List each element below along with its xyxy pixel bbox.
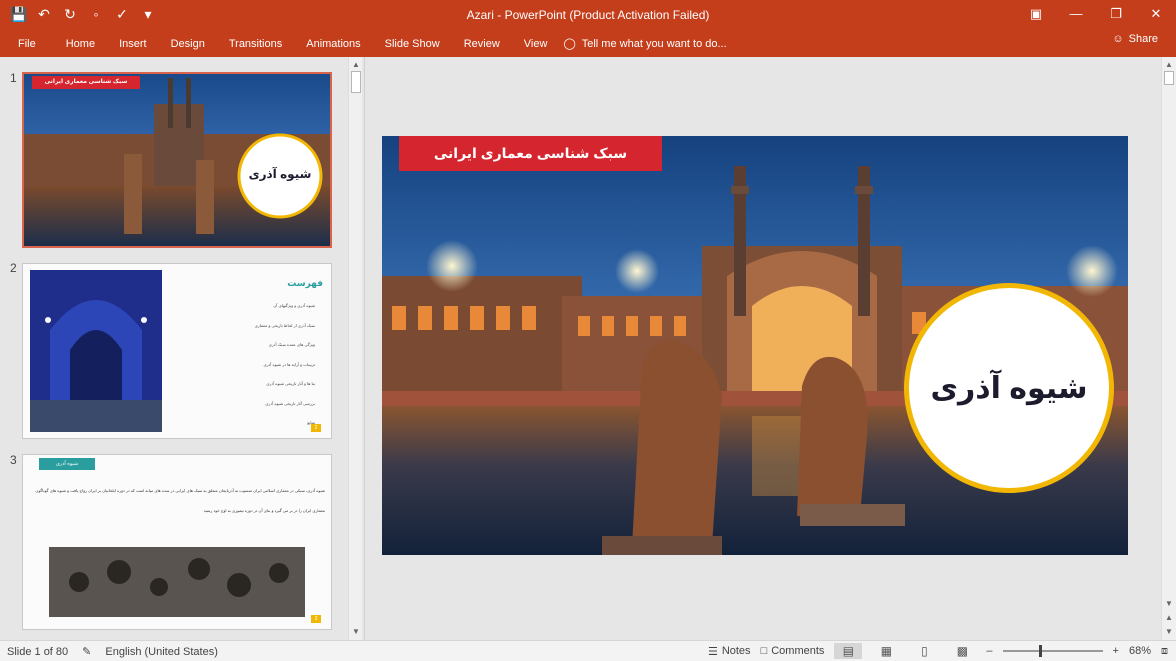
status-left: Slide 1 of 80 ✎ English (United States) — [7, 645, 218, 659]
scroll-down-icon[interactable]: ▼ — [350, 626, 362, 638]
notes-icon: ☰ — [707, 645, 718, 658]
list-item: ویژگی های عمده سبک آذری — [268, 342, 315, 347]
spelling-status-icon[interactable]: ✎ — [82, 645, 91, 658]
share-label: Share — [1128, 33, 1158, 45]
title-bar: 💾 ↶ ↻ ◦ ✓ ▾ Azari - PowerPoint (Product … — [0, 0, 1176, 30]
tab-insert[interactable]: Insert — [107, 34, 159, 54]
thumbnail-3-page: 3 — [311, 615, 321, 623]
thumbnails-scrollbar[interactable]: ▲ ▼ — [348, 57, 362, 640]
slide-title-circle[interactable]: شیوه آذری — [904, 283, 1114, 493]
thumbnail-number: 1 — [10, 71, 17, 85]
tell-me-text: Tell me what you want to do... — [581, 37, 727, 50]
zoom-level[interactable]: 68% — [1129, 645, 1151, 657]
window-title: Azari - PowerPoint (Product Activation F… — [466, 8, 710, 22]
language-indicator[interactable]: English (United States) — [105, 646, 218, 658]
tab-file[interactable]: File — [0, 34, 54, 54]
slide-counter: Slide 1 of 80 — [7, 645, 69, 658]
thumbnail-2-list: شیوه آذری و ویژگیهای آن سبک آذری از لحاظ… — [195, 296, 315, 433]
tab-slide-show[interactable]: Slide Show — [373, 34, 452, 54]
previous-slide-icon[interactable]: ▲ — [1163, 612, 1175, 624]
comments-label: Comments — [771, 645, 825, 657]
reading-view-icon[interactable]: ▯ — [910, 643, 938, 659]
normal-view-icon[interactable]: ▤ — [834, 643, 863, 659]
scroll-down-icon[interactable]: ▼ — [1163, 598, 1175, 610]
thumbnail-2-image — [30, 270, 162, 432]
next-slide-icon[interactable]: ▼ — [1163, 626, 1175, 638]
thumbnail-2-heading: فهرست — [287, 278, 323, 288]
thumbnail-1-circle-text: شیوه آذری — [248, 167, 312, 181]
slide-thumbnails-pane: 1 سبک شناسی معماری ایرانی شیوه آذری 2 فه… — [0, 57, 347, 640]
notes-label: Notes — [721, 645, 751, 657]
fit-slide-icon[interactable]: ⧈ — [1161, 645, 1168, 658]
status-right: ☰ Notes □ Comments ▤ ▦ ▯ ▩ – + 68% ⧈ — [708, 643, 1168, 659]
tab-transitions[interactable]: Transitions — [217, 34, 294, 54]
slide-editor: سبک شناسی معماری ایرانی شیوه آذری — [365, 57, 1161, 640]
comments-button[interactable]: □ Comments — [761, 645, 825, 657]
list-item: بررسی آثار تاریخی شیوه آذری — [265, 400, 315, 406]
person-icon: ☺ — [1112, 33, 1124, 45]
scroll-up-icon[interactable]: ▲ — [1163, 59, 1175, 71]
scrollbar-thumb[interactable] — [1164, 71, 1174, 85]
tell-me-box[interactable]: ◯ Tell me what you want to do... — [563, 37, 727, 51]
thumbnail-slide-1[interactable]: سبک شناسی معماری ایرانی شیوه آذری — [22, 72, 332, 248]
thumbnail-1-image — [24, 74, 330, 246]
scrollbar-thumb[interactable] — [351, 71, 361, 93]
slide-sorter-icon[interactable]: ▦ — [872, 643, 900, 659]
slide-circle-text: شیوه آذری — [930, 371, 1088, 405]
thumbnail-number: 2 — [10, 261, 17, 275]
thumbnail-slide-2[interactable]: فهرست شیوه آذری و ویژگیهای آن سبک آذری ا… — [22, 263, 332, 439]
zoom-out-icon[interactable]: – — [986, 645, 992, 657]
comment-icon: □ — [760, 645, 768, 657]
thumbnail-1-banner: سبک شناسی معماری ایرانی — [44, 79, 128, 85]
maximize-icon[interactable]: ❐ — [1096, 0, 1136, 30]
ribbon-tabs: File Home Insert Design Transitions Anim… — [0, 30, 727, 57]
lightbulb-icon: ◯ — [563, 38, 576, 50]
list-item: شیوه آذری و ویژگیهای آن — [273, 303, 315, 308]
notes-button[interactable]: ☰ Notes — [708, 645, 751, 658]
tab-home[interactable]: Home — [54, 34, 107, 54]
share-button[interactable]: ☺ Share — [1112, 33, 1158, 45]
thumbnail-3-banner: شیوه آذری — [39, 458, 95, 470]
tab-design[interactable]: Design — [159, 34, 217, 54]
thumbnail-number: 3 — [10, 453, 17, 467]
ribbon-display-options-icon[interactable]: ▣ — [1016, 0, 1056, 30]
thumbnail-3-image — [49, 547, 305, 617]
thumbnail-3-body: شیوه آذری، سبکی در معماری اسلامی ایران م… — [35, 488, 325, 513]
main-slide[interactable]: سبک شناسی معماری ایرانی شیوه آذری — [382, 136, 1128, 555]
list-item: بنا ها و آثار تاریخی شیوه آذری — [266, 381, 315, 386]
thumbnail-slide-3[interactable]: شیوه آذری شیوه آذری، سبکی در معماری اسلا… — [22, 454, 332, 630]
slide-banner[interactable]: سبک شناسی معماری ایرانی — [399, 136, 662, 171]
close-icon[interactable]: ✕ — [1136, 0, 1176, 30]
zoom-slider[interactable] — [1002, 645, 1103, 657]
slideshow-view-icon[interactable]: ▩ — [948, 643, 976, 659]
list-item: منابع — [307, 420, 315, 425]
slide-scrollbar[interactable]: ▲ ▼ ▲ ▼ — [1161, 57, 1176, 640]
status-bar: Slide 1 of 80 ✎ English (United States) … — [0, 640, 1176, 661]
scroll-up-icon[interactable]: ▲ — [350, 59, 362, 71]
thumbnail-2-page: 2 — [311, 424, 321, 432]
tab-review[interactable]: Review — [452, 34, 512, 54]
zoom-in-icon[interactable]: + — [1113, 645, 1119, 657]
window-controls: ▣ — ❐ ✕ — [1016, 0, 1176, 30]
ribbon: File Home Insert Design Transitions Anim… — [0, 30, 1176, 57]
list-item: سبک آذری از لحاظ تاریخی و معماری — [254, 322, 315, 328]
list-item: تزیینات و آرایه ها در شیوه آذری — [263, 361, 315, 367]
tab-view[interactable]: View — [512, 34, 560, 54]
minimize-icon[interactable]: — — [1056, 0, 1096, 30]
tab-animations[interactable]: Animations — [294, 34, 372, 54]
zoom-slider-knob[interactable] — [1038, 645, 1042, 657]
